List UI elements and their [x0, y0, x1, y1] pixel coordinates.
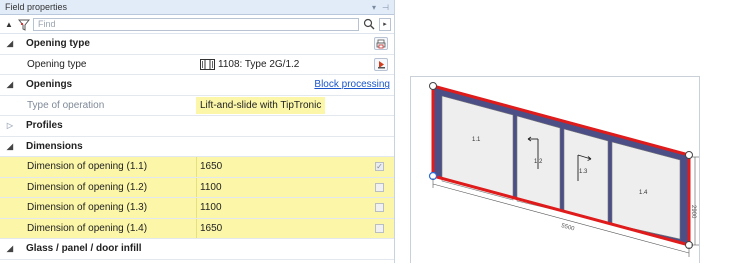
field-properties-panel: Field properties ▾ ⊣ ▲ ▸ ◢ Opening type … [0, 0, 395, 263]
dimension-row[interactable]: Dimension of opening (1.1) 1650 ✓ [0, 157, 394, 178]
filter-icon[interactable] [17, 18, 31, 31]
section-opening-type[interactable]: ◢ Opening type [0, 34, 394, 55]
pane-label: 1.4 [639, 190, 648, 196]
dimension-label: Dimension of opening (1.3) [27, 202, 148, 214]
dimension-row[interactable]: Dimension of opening (1.3) 1100 [0, 198, 394, 219]
window-drawing[interactable]: 1.1 1.2 1.3 1.4 5500 2900 [411, 77, 701, 264]
type-of-operation-row[interactable]: Type of operation Lift-and-slide with Ti… [0, 96, 394, 116]
corner-grip[interactable] [685, 151, 693, 159]
panel-title: Field properties [5, 2, 68, 12]
section-openings[interactable]: ◢ Openings Block processing [0, 75, 394, 96]
section-header: Opening type [26, 38, 90, 50]
drawing-canvas[interactable]: 1.1 1.2 1.3 1.4 5500 2900 [410, 76, 700, 263]
checkmark-icon: ✓ [376, 162, 383, 172]
expanded-arrow-icon[interactable]: ◢ [4, 142, 16, 151]
section-dimensions[interactable]: ◢ Dimensions [0, 137, 394, 157]
dimension-checkbox[interactable] [375, 182, 384, 192]
property-value: 1108: Type 2G/1.2 [200, 58, 300, 70]
section-profiles[interactable]: ▷ Profiles [0, 116, 394, 137]
property-label: Type of operation [27, 99, 105, 111]
print-icon[interactable] [374, 37, 388, 51]
section-glass-panel-door-infill[interactable]: ◢ Glass / panel / door infill [0, 239, 394, 260]
height-dimension-label: 2900 [690, 205, 696, 219]
expanded-arrow-icon[interactable]: ◢ [4, 80, 16, 89]
find-input[interactable] [33, 17, 359, 31]
dimension-checkbox[interactable]: ✓ [375, 162, 384, 172]
section-header: Profiles [26, 120, 63, 132]
width-dimension-label: 5500 [560, 223, 575, 232]
pane-1-3[interactable] [563, 128, 609, 224]
pane-label: 1.2 [534, 159, 543, 165]
search-next-icon[interactable]: ▸ [379, 17, 391, 31]
search-icon[interactable] [362, 17, 376, 31]
select-opening-type-icon[interactable] [374, 57, 388, 71]
section-header: Openings [26, 79, 73, 91]
dimension-label: Dimension of opening (1.2) [27, 181, 148, 193]
collapsed-arrow-icon[interactable]: ▷ [4, 121, 16, 130]
collapse-all-icon[interactable]: ▲ [3, 20, 15, 29]
dimension-row[interactable]: Dimension of opening (1.2) 1100 [0, 177, 394, 198]
dimension-row[interactable]: Dimension of opening (1.4) 1650 [0, 218, 394, 239]
dimension-value[interactable]: 1650 [200, 223, 222, 234]
panel-pin-icon[interactable]: ⊣ [382, 3, 389, 12]
expanded-arrow-icon[interactable]: ◢ [4, 244, 16, 253]
dimension-checkbox[interactable] [375, 203, 384, 213]
pane-label: 1.3 [579, 169, 588, 175]
search-bar: ▲ ▸ [0, 15, 394, 34]
dimension-label: Dimension of opening (1.4) [27, 222, 148, 234]
height-dimension-line [691, 156, 699, 246]
corner-grip[interactable] [429, 82, 437, 90]
property-label: Opening type [27, 58, 87, 70]
section-header: Glass / panel / door infill [26, 243, 142, 255]
pane-label: 1.1 [472, 137, 481, 143]
block-processing-link[interactable]: Block processing [314, 79, 390, 90]
section-header: Dimensions [26, 140, 83, 152]
opening-type-row[interactable]: Opening type 1108: Type 2G/1.2 [0, 55, 394, 75]
dimension-label: Dimension of opening (1.1) [27, 161, 148, 173]
panel-titlebar: Field properties ▾ ⊣ [0, 0, 394, 15]
dimension-value[interactable]: 1100 [200, 182, 222, 193]
dimension-value[interactable]: 1100 [200, 202, 222, 213]
type-of-operation-value[interactable]: Lift-and-slide with TipTronic [196, 96, 326, 114]
dimension-value[interactable]: 1650 [200, 161, 222, 172]
expanded-arrow-icon[interactable]: ◢ [4, 39, 16, 48]
dimension-checkbox[interactable] [375, 223, 384, 233]
opening-type-value: 1108: Type 2G/1.2 [218, 58, 300, 70]
panel-dropdown-icon[interactable]: ▾ [372, 3, 376, 12]
window-type-icon [200, 58, 215, 70]
